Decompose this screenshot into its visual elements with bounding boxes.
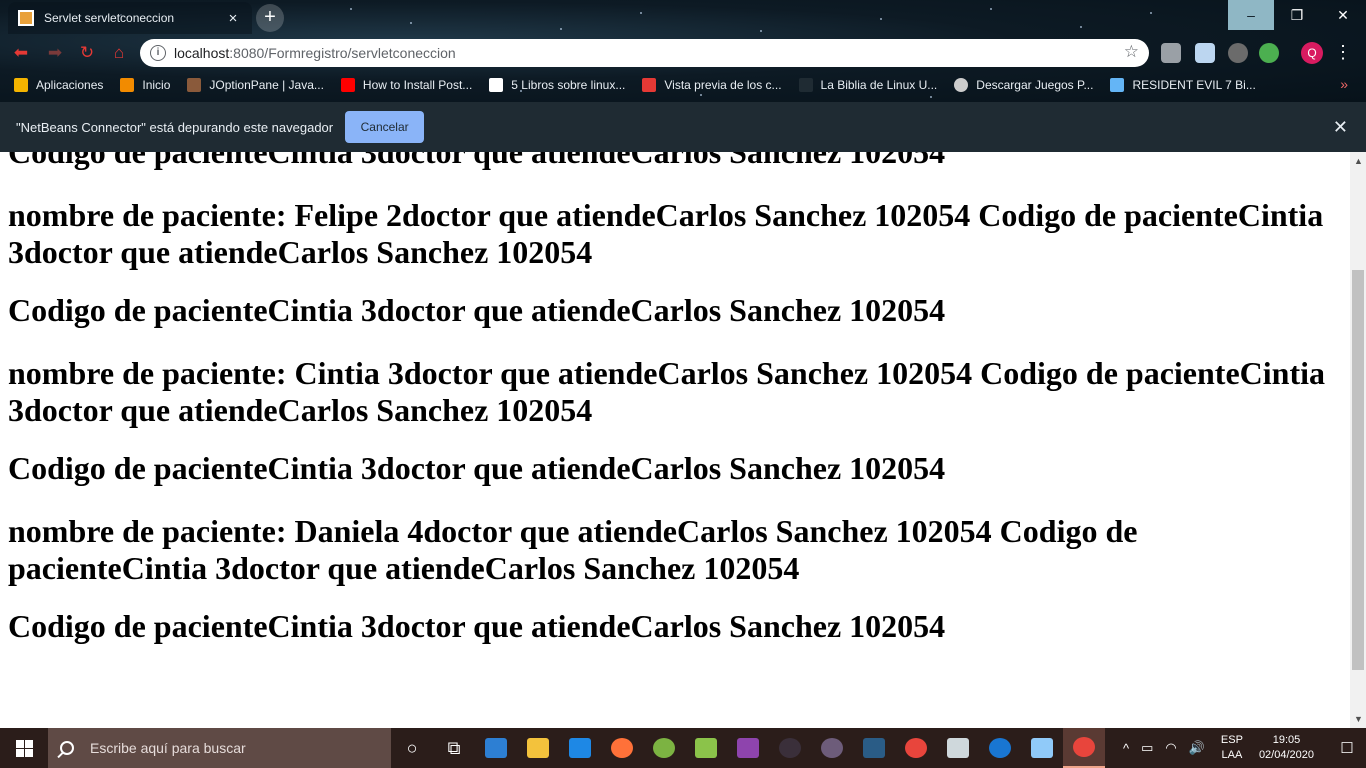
record-code-heading: Codigo de pacienteCintia 3doctor que ati… bbox=[8, 152, 946, 170]
home-icon[interactable]: ⌂ bbox=[106, 40, 132, 66]
bookmarks-overflow-icon[interactable]: » bbox=[1340, 76, 1348, 92]
bookmark-item[interactable]: Inicio bbox=[120, 78, 170, 92]
patient-name-heading: nombre de paciente: Cintia 3doctor que a… bbox=[8, 355, 1325, 428]
url-path: :8080/Formregistro/servletconeccion bbox=[229, 45, 456, 61]
site-info-icon[interactable]: i bbox=[150, 45, 166, 61]
taskbar-search-box[interactable]: Escribe aquí para buscar bbox=[48, 728, 391, 768]
scroll-up-icon[interactable]: ▲ bbox=[1354, 156, 1363, 166]
app-icon[interactable] bbox=[769, 728, 811, 768]
edge-icon[interactable] bbox=[979, 728, 1021, 768]
page-favicon-icon bbox=[18, 10, 34, 26]
bookmark-item[interactable]: Aplicaciones bbox=[14, 78, 103, 92]
vertical-scrollbar[interactable]: ▲ ▼ bbox=[1350, 152, 1366, 728]
ublock-icon[interactable] bbox=[1228, 43, 1248, 63]
app-cube-icon[interactable] bbox=[1021, 728, 1063, 768]
chrome-active-icon[interactable] bbox=[1063, 728, 1105, 768]
bookmark-item[interactable]: RESIDENT EVIL 7 Bi... bbox=[1110, 78, 1256, 92]
android-studio-icon[interactable] bbox=[643, 728, 685, 768]
tux-icon bbox=[489, 78, 504, 92]
bookmark-favicon-icon bbox=[798, 78, 813, 92]
tab-title: Servlet servletconeccion bbox=[44, 11, 175, 25]
wifi-icon[interactable]: ◠ bbox=[1165, 740, 1176, 756]
new-tab-button[interactable]: + bbox=[256, 4, 284, 32]
bookmark-item[interactable]: JOptionPane | Java... bbox=[187, 78, 324, 92]
infobar-close-icon[interactable]: ✕ bbox=[1333, 117, 1348, 138]
window-controls: – ❐ ✕ bbox=[1228, 0, 1366, 30]
forward-arrow-icon[interactable]: ➡ bbox=[42, 40, 68, 66]
bookmark-favicon-icon bbox=[187, 78, 202, 92]
mysql-workbench-icon[interactable] bbox=[853, 728, 895, 768]
photos-icon[interactable] bbox=[937, 728, 979, 768]
patient-code-heading: Codigo de pacienteCintia 3doctor que ati… bbox=[8, 608, 946, 644]
browser-chrome: Servlet servletconeccion × + – ❐ ✕ ⬅ ➡ ↻… bbox=[0, 0, 1366, 102]
bookmark-item[interactable]: Descargar Juegos P... bbox=[954, 78, 1093, 92]
patient-code-heading: Codigo de pacienteCintia 3doctor que ati… bbox=[8, 292, 946, 328]
tab-close-icon[interactable]: × bbox=[224, 10, 242, 27]
bookmark-favicon-icon bbox=[1110, 78, 1125, 92]
restore-button[interactable]: ❐ bbox=[1274, 0, 1320, 30]
menu-kebab-icon[interactable]: ⋮ bbox=[1334, 41, 1352, 63]
vscode-icon[interactable] bbox=[559, 728, 601, 768]
scrollbar-thumb[interactable] bbox=[1352, 270, 1364, 670]
bookmark-item[interactable]: La Biblia de Linux U... bbox=[798, 78, 937, 92]
bookmark-favicon-icon bbox=[642, 78, 657, 92]
search-icon bbox=[60, 741, 74, 755]
extension-globe-icon[interactable] bbox=[1259, 43, 1279, 63]
cortana-icon[interactable]: ○ bbox=[391, 728, 433, 768]
battery-icon[interactable]: ▭ bbox=[1141, 740, 1153, 756]
bookmark-item[interactable]: 5 Libros sobre linux... bbox=[489, 78, 625, 92]
browser-tab[interactable]: Servlet servletconeccion × bbox=[8, 2, 252, 34]
infobar-message: "NetBeans Connector" está depurando este… bbox=[16, 119, 334, 135]
clock[interactable]: 19:05 02/04/2020 bbox=[1259, 733, 1314, 763]
app-icon[interactable] bbox=[811, 728, 853, 768]
back-arrow-icon[interactable]: ⬅ bbox=[8, 40, 34, 66]
visual-studio-icon[interactable] bbox=[727, 728, 769, 768]
profile-avatar[interactable]: Q bbox=[1301, 42, 1323, 64]
search-placeholder: Escribe aquí para buscar bbox=[90, 740, 246, 756]
bookmark-item[interactable]: Vista previa de los c... bbox=[642, 78, 782, 92]
chrome-icon[interactable] bbox=[895, 728, 937, 768]
cancel-debugging-button[interactable]: Cancelar bbox=[345, 111, 425, 143]
reload-icon[interactable]: ↻ bbox=[74, 40, 100, 66]
firefox-icon[interactable] bbox=[601, 728, 643, 768]
bookmark-item[interactable]: How to Install Post... bbox=[340, 78, 472, 92]
scroll-down-icon[interactable]: ▼ bbox=[1354, 714, 1363, 724]
file-explorer-icon[interactable] bbox=[517, 728, 559, 768]
navigation-bar: ⬅ ➡ ↻ ⌂ i localhost:8080/Formregistro/se… bbox=[0, 36, 1366, 70]
start-button[interactable] bbox=[0, 728, 48, 768]
close-window-button[interactable]: ✕ bbox=[1320, 0, 1366, 30]
show-hidden-icons-icon[interactable]: ^ bbox=[1123, 741, 1129, 756]
task-view-icon[interactable]: ⧉ bbox=[433, 728, 475, 768]
patient-code-heading: Codigo de pacienteCintia 3doctor que ati… bbox=[8, 450, 946, 486]
input-language[interactable]: ESP LAA bbox=[1221, 733, 1243, 763]
patient-name-heading: nombre de paciente: Felipe 2doctor que a… bbox=[8, 197, 1324, 270]
excel-icon[interactable] bbox=[685, 728, 727, 768]
youtube-icon bbox=[340, 78, 355, 92]
mail-icon[interactable] bbox=[475, 728, 517, 768]
bookmark-favicon-icon bbox=[120, 78, 135, 92]
minimize-button[interactable]: – bbox=[1228, 0, 1274, 30]
page-viewport: Codigo de pacienteCintia 3doctor que ati… bbox=[0, 152, 1350, 728]
patient-name-heading: nombre de paciente: Daniela 4doctor que … bbox=[8, 513, 1138, 586]
windows-logo-icon bbox=[15, 739, 33, 757]
debugging-infobar: "NetBeans Connector" está depurando este… bbox=[0, 102, 1366, 152]
url-host: localhost bbox=[174, 45, 230, 61]
system-tray: ^ ▭ ◠ 🔊 ESP LAA 19:05 02/04/2020 ☐ bbox=[1117, 728, 1366, 768]
notifications-icon[interactable]: ☐ bbox=[1328, 739, 1366, 757]
bookmarks-bar: Aplicaciones Inicio JOptionPane | Java..… bbox=[0, 72, 1366, 98]
bookmark-star-icon[interactable]: ☆ bbox=[1124, 42, 1139, 62]
extension-cube-icon[interactable] bbox=[1195, 43, 1215, 63]
extension-icon[interactable] bbox=[1161, 43, 1181, 63]
volume-icon[interactable]: 🔊 bbox=[1189, 740, 1205, 756]
bookmark-favicon-icon bbox=[954, 78, 969, 92]
windows-taskbar: Escribe aquí para buscar ○ ⧉ ^ ▭ ◠ 🔊 ESP… bbox=[0, 728, 1366, 768]
apps-grid-icon bbox=[14, 78, 28, 92]
page-content: Codigo de pacienteCintia 3doctor que ati… bbox=[8, 152, 1343, 645]
address-bar[interactable]: i localhost:8080/Formregistro/servletcon… bbox=[140, 39, 1149, 67]
